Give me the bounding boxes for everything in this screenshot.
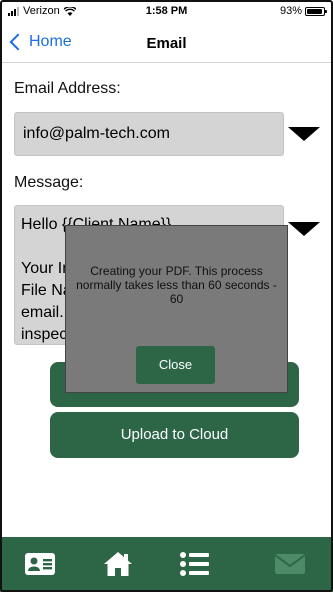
navigation-bar: Home Email	[0, 26, 333, 63]
battery-icon	[305, 6, 327, 16]
tab-contacts[interactable]	[20, 549, 60, 579]
tab-home[interactable]	[98, 549, 138, 579]
status-right: 93%	[279, 5, 327, 17]
tab-bar	[0, 537, 333, 592]
close-button[interactable]: Close	[136, 346, 215, 384]
page-title: Email	[146, 35, 187, 52]
mail-icon	[274, 554, 306, 574]
battery-percent: 93%	[279, 5, 302, 17]
message-label: Message:	[14, 174, 84, 191]
message-dropdown-icon[interactable]	[288, 222, 320, 236]
email-field[interactable]: info@palm-tech.com	[14, 112, 284, 156]
upload-to-cloud-button[interactable]: Upload to Cloud	[50, 412, 299, 458]
status-bar: Verizon 1:58 PM 93%	[0, 0, 333, 22]
modal-message: Creating your PDF. This process normally…	[76, 264, 277, 306]
battery-fill	[307, 8, 322, 14]
home-icon	[104, 552, 132, 576]
email-dropdown-icon[interactable]	[288, 127, 320, 141]
tab-mail[interactable]	[270, 549, 310, 579]
tab-list[interactable]	[175, 549, 215, 579]
progress-modal: Creating your PDF. This process normally…	[65, 225, 288, 393]
list-icon	[180, 552, 209, 576]
contact-card-icon	[25, 553, 55, 575]
email-value: info@palm-tech.com	[23, 125, 170, 142]
email-address-label: Email Address:	[14, 80, 121, 97]
